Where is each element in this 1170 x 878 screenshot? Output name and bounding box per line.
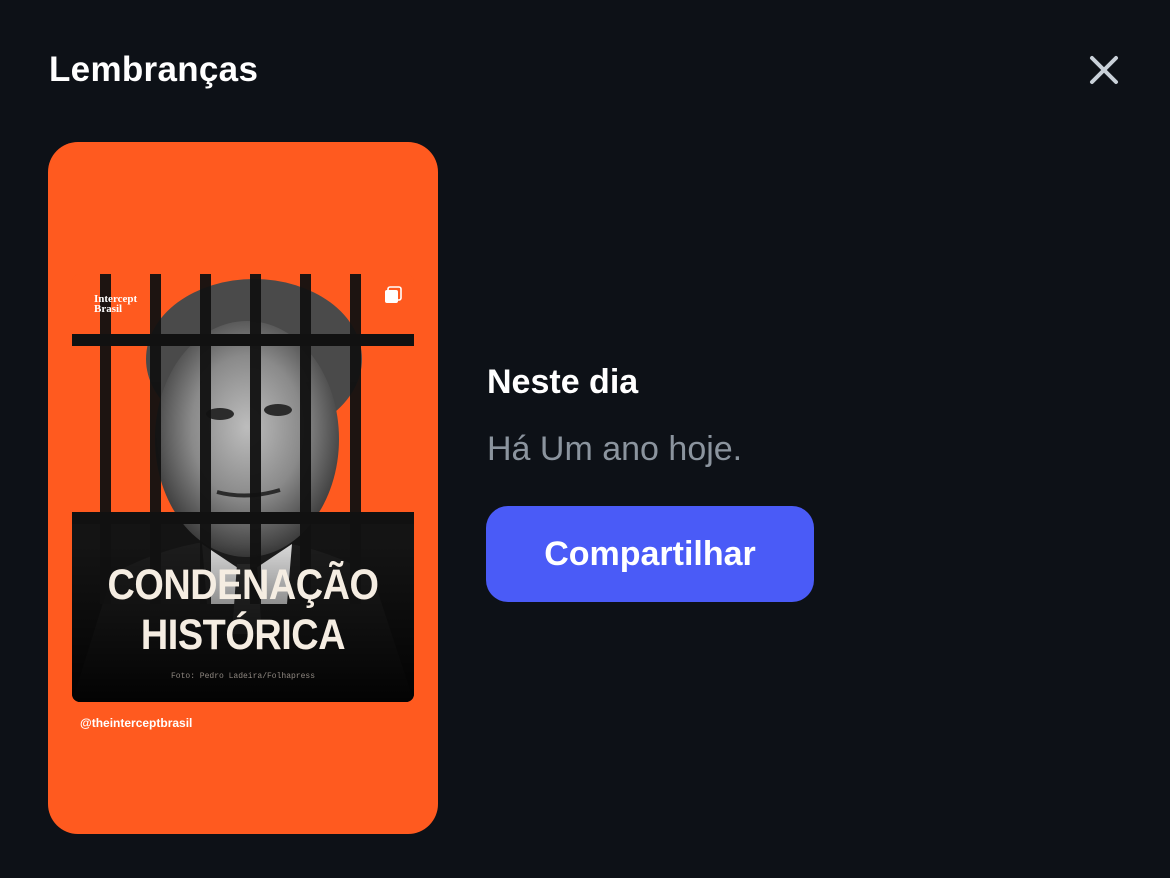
dialog-title: Lembranças (49, 50, 259, 89)
memories-dialog: Lembranças Intercept Brasil CONDENAÇÃO H… (0, 0, 1170, 878)
memory-heading: Neste dia (487, 363, 639, 401)
memory-subtitle: Há Um ano hoje. (487, 430, 743, 468)
headline-line-2: HISTÓRICA (140, 611, 346, 659)
memory-story-card[interactable]: Intercept Brasil CONDENAÇÃO HISTÓRICA Fo… (48, 142, 438, 834)
account-handle: @theinterceptbrasil (80, 716, 193, 730)
close-icon (1090, 56, 1118, 84)
close-button[interactable] (1084, 50, 1124, 90)
brand-logo: Intercept Brasil (94, 293, 138, 315)
headline-line-1: CONDENAÇÃO (107, 561, 379, 609)
post-image: Intercept Brasil CONDENAÇÃO HISTÓRICA Fo… (72, 274, 414, 702)
photo-credit: Foto: Pedro Ladeira/Folhapress (170, 672, 316, 681)
share-button[interactable]: Compartilhar (486, 506, 814, 602)
multiple-images-icon (385, 286, 402, 303)
